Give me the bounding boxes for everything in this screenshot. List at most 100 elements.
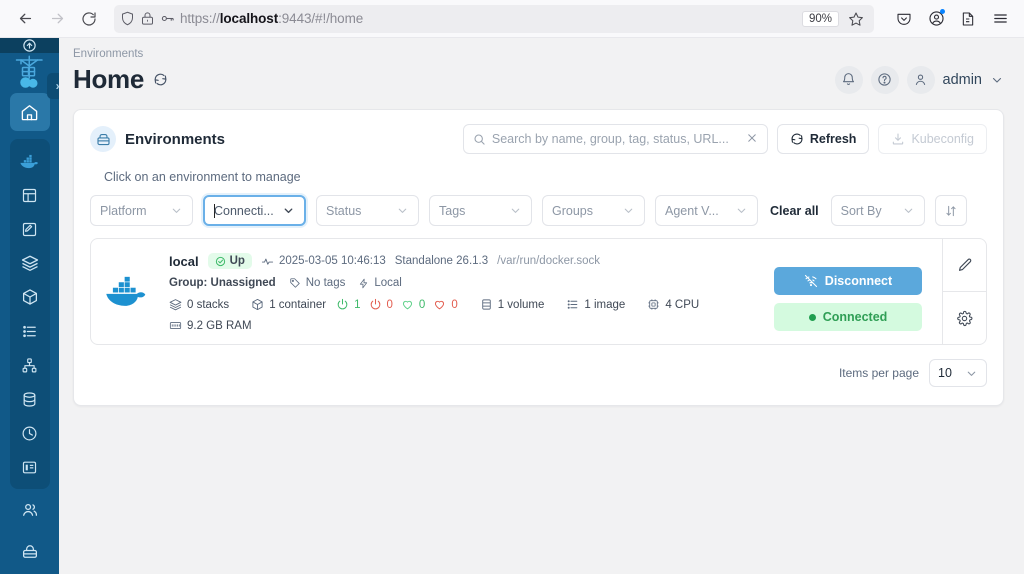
memory-icon bbox=[169, 319, 182, 332]
avatar[interactable] bbox=[907, 66, 935, 94]
portainer-logo[interactable]: » bbox=[0, 53, 59, 91]
environment-side-actions bbox=[942, 239, 986, 344]
status-badge: Up bbox=[208, 253, 252, 269]
last-check: 2025-03-05 10:46:13 bbox=[261, 255, 386, 268]
refresh-button[interactable]: Refresh bbox=[777, 124, 870, 154]
stat-images-label: 1 image bbox=[584, 299, 625, 311]
app-root: » bbox=[0, 38, 1024, 574]
sidebar-item-settings[interactable] bbox=[10, 533, 50, 571]
filter-agent-version[interactable]: Agent V... bbox=[655, 195, 758, 226]
cube-icon bbox=[251, 298, 264, 311]
filter-groups[interactable]: Groups bbox=[542, 195, 645, 226]
chevron-down-icon[interactable] bbox=[990, 73, 1004, 87]
stat-cpu-label: 4 CPU bbox=[665, 299, 699, 311]
sidebar-item-app-templates[interactable] bbox=[10, 213, 50, 245]
forward-button[interactable] bbox=[42, 4, 72, 34]
sidebar-item-containers[interactable] bbox=[10, 281, 50, 313]
stat-stacks: 0 stacks bbox=[169, 298, 229, 311]
bell-icon[interactable] bbox=[835, 66, 863, 94]
chevron-down-icon bbox=[396, 204, 409, 217]
bolt-icon bbox=[358, 278, 369, 289]
chevron-down-icon bbox=[170, 204, 183, 217]
edit-environment-button[interactable] bbox=[943, 239, 986, 291]
environment-info: local Up 2025-03- bbox=[169, 251, 756, 332]
sidebar-item-home[interactable] bbox=[10, 93, 50, 131]
pocket-icon[interactable] bbox=[890, 5, 918, 33]
environment-box-icon bbox=[90, 126, 116, 152]
user-name[interactable]: admin bbox=[943, 72, 983, 88]
environment-tags-label: No tags bbox=[306, 277, 346, 289]
sidebar-item-users[interactable] bbox=[10, 491, 50, 529]
stat-volumes: 1 volume bbox=[480, 298, 545, 311]
sidebar-item-networks[interactable] bbox=[10, 349, 50, 381]
help-circle-icon[interactable] bbox=[871, 66, 899, 94]
reload-button[interactable] bbox=[74, 4, 104, 34]
gear-icon bbox=[956, 310, 973, 327]
stat-ram: 9.2 GB RAM bbox=[169, 319, 252, 332]
heart-icon bbox=[401, 298, 414, 311]
last-check-label: 2025-03-05 10:46:13 bbox=[279, 255, 386, 267]
chevron-down-icon bbox=[622, 204, 635, 217]
image-list-icon bbox=[566, 298, 579, 311]
download-icon bbox=[891, 132, 905, 146]
disconnect-button[interactable]: Disconnect bbox=[774, 267, 922, 295]
card-footer: Items per page 10 bbox=[90, 359, 987, 387]
sidebar: » bbox=[0, 38, 59, 574]
zoom-level-badge[interactable]: 90% bbox=[802, 11, 839, 27]
filter-status-label: Status bbox=[326, 204, 396, 218]
page-title: Home bbox=[73, 64, 144, 95]
stat-containers-running: 1 bbox=[336, 298, 360, 311]
sort-direction-button[interactable] bbox=[935, 195, 967, 226]
search-input[interactable]: Search by name, group, tag, status, URL.… bbox=[463, 124, 768, 154]
refresh-icon[interactable] bbox=[153, 72, 168, 87]
address-bar[interactable]: https://localhost:9443/#!/home 90% bbox=[114, 5, 874, 33]
sidebar-item-volumes[interactable] bbox=[10, 383, 50, 415]
hamburger-menu-icon[interactable] bbox=[986, 5, 1014, 33]
sidebar-top-bar[interactable] bbox=[0, 38, 59, 53]
star-icon[interactable] bbox=[844, 7, 868, 31]
environments-card: Environments Search by name, group, tag,… bbox=[73, 109, 1004, 406]
chevron-down-icon bbox=[735, 204, 748, 217]
filter-tags[interactable]: Tags bbox=[429, 195, 532, 226]
environment-local-label: Local bbox=[374, 277, 402, 289]
sidebar-item-docker[interactable] bbox=[10, 145, 50, 177]
filter-platform-label: Platform bbox=[100, 204, 170, 218]
environment-main[interactable]: local Up 2025-03- bbox=[91, 239, 942, 344]
breadcrumb[interactable]: Environments bbox=[59, 38, 1024, 60]
environment-group: Group: Unassigned bbox=[169, 277, 276, 289]
filter-groups-label: Groups bbox=[552, 204, 622, 218]
filter-status[interactable]: Status bbox=[316, 195, 419, 226]
clear-all-button[interactable]: Clear all bbox=[770, 204, 819, 218]
back-button[interactable] bbox=[10, 4, 40, 34]
sidebar-item-dashboard[interactable] bbox=[10, 179, 50, 211]
items-per-page-value: 10 bbox=[938, 366, 952, 380]
shield-icon bbox=[120, 11, 135, 26]
sidebar-item-events[interactable] bbox=[10, 417, 50, 449]
sidebar-item-host[interactable] bbox=[10, 451, 50, 483]
stat-volumes-label: 1 volume bbox=[498, 299, 545, 311]
items-per-page-select[interactable]: 10 bbox=[929, 359, 987, 387]
stat-cpu: 4 CPU bbox=[647, 298, 699, 311]
main-content: Environments Home admin bbox=[59, 38, 1024, 574]
environment-meta-row: Group: Unassigned No tags bbox=[169, 277, 756, 289]
sidebar-item-stacks[interactable] bbox=[10, 247, 50, 279]
chevron-down-icon bbox=[282, 204, 295, 217]
environment-row[interactable]: local Up 2025-03- bbox=[90, 238, 987, 345]
browser-toolbar: https://localhost:9443/#!/home 90% bbox=[0, 0, 1024, 38]
environment-stats-row: 0 stacks 1 container bbox=[169, 298, 756, 311]
kubeconfig-button[interactable]: Kubeconfig bbox=[878, 124, 987, 154]
sort-arrows-icon bbox=[944, 204, 958, 218]
filter-platform[interactable]: Platform bbox=[90, 195, 193, 226]
account-icon[interactable] bbox=[922, 5, 950, 33]
wifi-off-icon bbox=[804, 274, 818, 288]
url-text: https://localhost:9443/#!/home bbox=[180, 11, 797, 26]
filter-tags-label: Tags bbox=[439, 204, 509, 218]
extensions-icon[interactable] bbox=[954, 5, 982, 33]
sidebar-item-images[interactable] bbox=[10, 315, 50, 347]
environment-settings-button[interactable] bbox=[943, 291, 986, 344]
sort-by-select[interactable]: Sort By bbox=[831, 195, 925, 226]
filter-connection[interactable]: Connecti... bbox=[203, 195, 306, 226]
environment-tags: No tags bbox=[289, 277, 346, 289]
connected-badge-label: Connected bbox=[823, 310, 888, 324]
close-x-icon[interactable] bbox=[746, 132, 758, 147]
